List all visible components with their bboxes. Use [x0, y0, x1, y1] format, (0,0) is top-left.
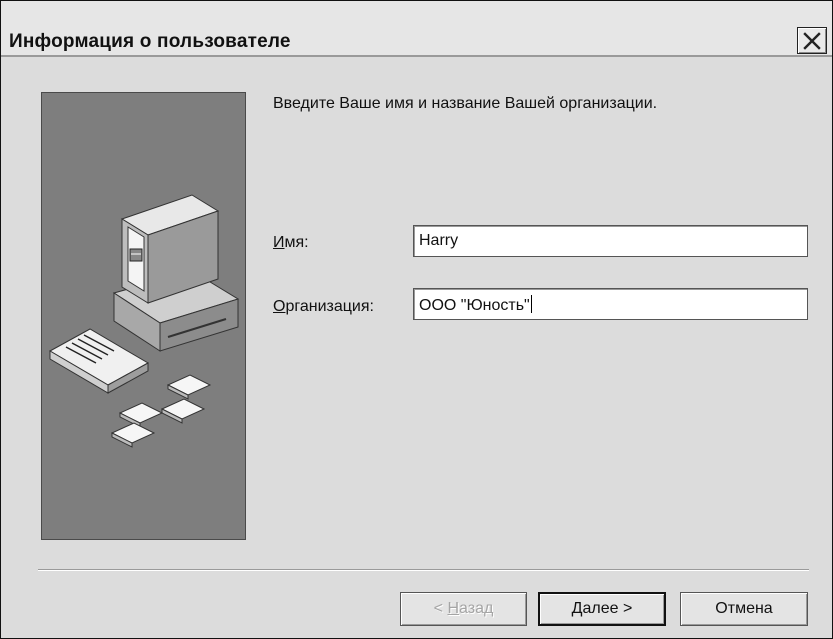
close-icon: [803, 32, 821, 50]
dialog-title: Информация о пользователе: [9, 31, 291, 52]
setup-illustration-panel: [41, 92, 246, 540]
next-button[interactable]: Далее >: [538, 592, 666, 626]
next-button-suffix: >: [618, 600, 633, 617]
back-button-hotkey: Н: [447, 600, 460, 617]
name-field[interactable]: Harry: [413, 225, 808, 257]
organization-label-text: рганизация:: [285, 298, 374, 315]
name-label: Имя:: [273, 234, 309, 252]
organization-label: Организация:: [273, 298, 374, 316]
back-button[interactable]: < Назад: [400, 592, 527, 626]
title-bar[interactable]: Информация о пользователе: [1, 1, 832, 57]
intro-text: Введите Ваше имя и название Вашей органи…: [273, 95, 658, 112]
next-button-hotkey: Д: [571, 600, 583, 617]
name-field-value: Harry: [419, 232, 459, 249]
name-label-hotkey: И: [273, 234, 285, 251]
name-label-text: мя:: [284, 234, 309, 251]
organization-label-hotkey: О: [273, 298, 286, 315]
separator-line: [38, 569, 809, 571]
text-cursor: [530, 295, 532, 313]
next-button-text: алее: [582, 600, 619, 617]
user-info-dialog: Информация о пользователе Введите Ваше и…: [0, 0, 833, 639]
cancel-button[interactable]: Отмена: [680, 592, 808, 626]
organization-field-value: ООО "Юность": [419, 297, 530, 314]
organization-field[interactable]: ООО "Юность": [413, 288, 808, 320]
computer-with-diskettes-illustration: [48, 194, 240, 448]
close-button[interactable]: [797, 27, 827, 54]
back-button-prefix: <: [433, 600, 448, 617]
back-button-text: азад: [459, 600, 494, 617]
